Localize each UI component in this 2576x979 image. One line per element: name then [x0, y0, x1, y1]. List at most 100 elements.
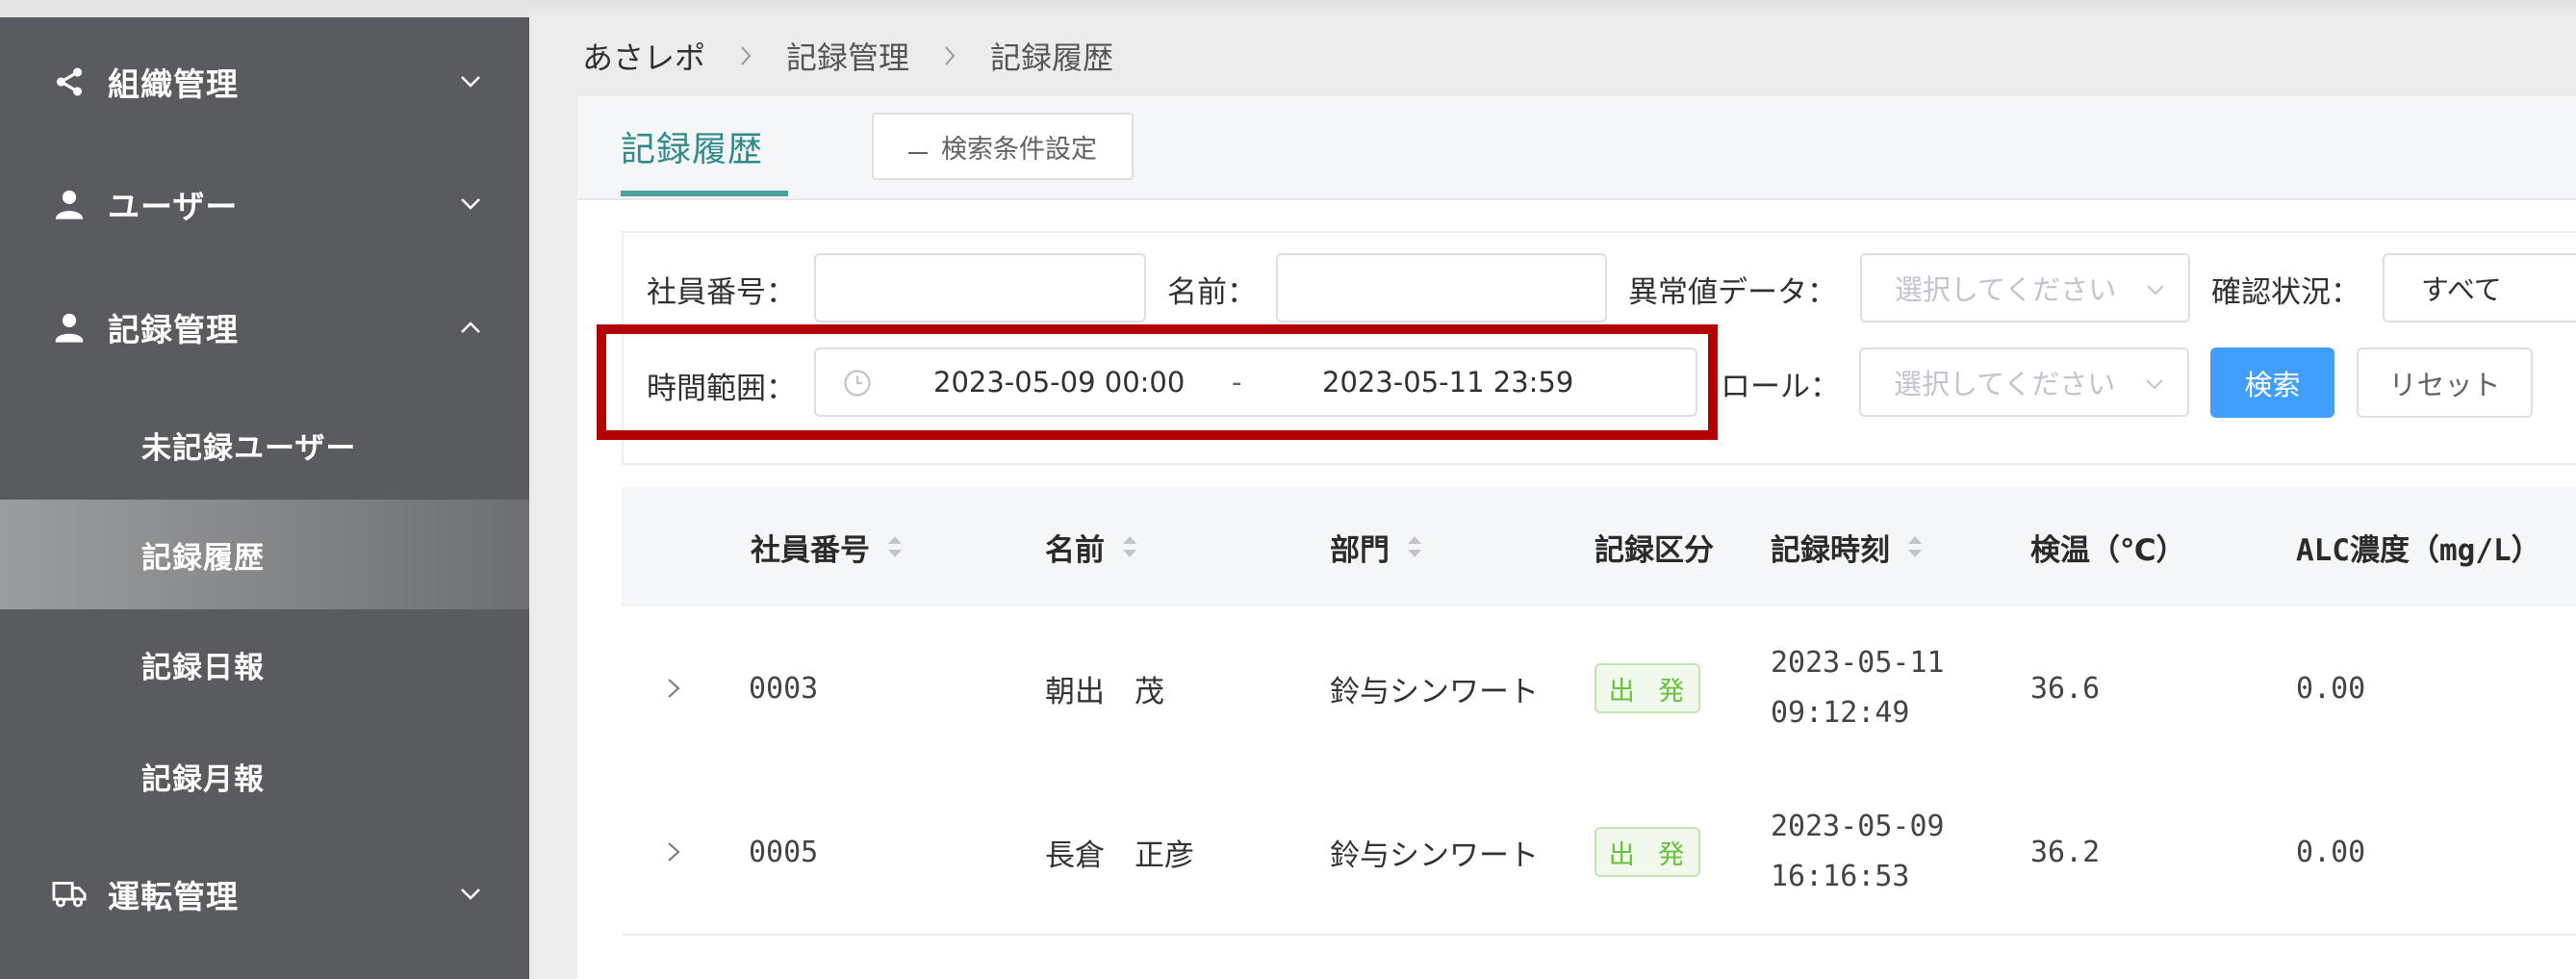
status-badge: 出 発 [1594, 663, 1700, 713]
record-date: 2023-05-09 [1771, 810, 1945, 843]
cell-name: 朝出 茂 [1045, 674, 1164, 709]
column-header-label: 部門 [1330, 532, 1390, 568]
cell-employee-no: 0005 [749, 835, 819, 869]
sidebar-top-shade [0, 0, 529, 17]
search-button[interactable]: 検索 [2210, 348, 2334, 418]
employee-no-label: 社員番号： [647, 275, 796, 310]
cell-temperature: 36.6 [2030, 671, 2101, 706]
column-header-label: ALC濃度（mg/L） [2296, 532, 2541, 568]
cell-dept: 鈴与シンワート [1330, 674, 1539, 709]
sort-icon[interactable] [1405, 532, 1424, 561]
record-date: 2023-05-11 [1771, 646, 1945, 680]
confirm-status-select[interactable]: すべて [2383, 253, 2576, 322]
share-icon [50, 63, 89, 101]
cell-dept: 鈴与シンワート [1330, 837, 1539, 873]
abnormal-data-placeholder: 選択してください [1895, 273, 2117, 306]
name-label: 名前： [1167, 275, 1257, 310]
sidebar-subitem-unrecorded-users[interactable]: 未記録ユーザー [0, 390, 529, 500]
cell-name: 長倉 正彦 [1045, 837, 1194, 873]
sidebar-item-driving[interactable]: 運転管理 [0, 841, 529, 947]
record-time: 09:12:49 [1771, 696, 1910, 730]
table-header: 社員番号 名前 部門 記録区分 記録時刻 検温（℃） ALC濃度（mg/L） [622, 487, 2576, 608]
column-header-category: 記録区分 [1594, 487, 1714, 606]
confirm-status-label: 確認状況： [2211, 275, 2360, 310]
sidebar-subitem-label: 記録履歴 [141, 540, 265, 576]
name-input[interactable] [1276, 253, 1607, 322]
breadcrumb: あさレポ 記録管理 記録履歴 [582, 29, 1113, 83]
sidebar-subitem-label: 記録月報 [141, 761, 265, 797]
column-header-label: 名前 [1045, 532, 1105, 568]
record-time: 16:16:53 [1771, 860, 1910, 893]
tab-active-indicator [621, 191, 788, 196]
employee-no-input[interactable] [814, 253, 1146, 322]
sidebar-item-label: 組織管理 [108, 65, 239, 103]
role-label: ロール： [1721, 370, 1840, 404]
breadcrumb-item-current: 記録履歴 [990, 39, 1114, 76]
chevron-right-icon [931, 45, 969, 66]
column-header-label: 検温（℃） [2030, 532, 2186, 568]
column-header-temperature: 検温（℃） [2030, 487, 2186, 606]
tab-record-history[interactable]: 記録履歴 [621, 121, 763, 171]
sidebar-item-label: 運転管理 [108, 878, 239, 915]
chevron-down-icon [456, 67, 485, 96]
sidebar-item-label: ユーザー [108, 188, 239, 225]
sidebar-subitem-label: 未記録ユーザー [141, 430, 357, 466]
cell-record-time: 2023-05-09 16:16:53 [1771, 770, 1945, 934]
role-select[interactable]: 選択してください [1859, 348, 2189, 417]
truck-icon [50, 875, 89, 914]
cell-category: 出 発 [1594, 606, 1700, 770]
sidebar-item-users[interactable]: ユーザー [0, 151, 529, 257]
chevron-down-icon [456, 880, 485, 909]
chevron-right-icon [727, 45, 765, 66]
status-badge: 出 発 [1594, 827, 1700, 877]
cell-alc: 0.00 [2296, 671, 2366, 706]
chevron-down-icon [2142, 276, 2169, 303]
search-condition-button[interactable]: 検索条件設定 [872, 113, 1134, 180]
sort-icon[interactable] [885, 532, 905, 561]
highlight-annotation-box [597, 324, 1718, 440]
chevron-down-icon [456, 190, 485, 219]
minus-icon [908, 132, 928, 162]
chevron-right-icon[interactable] [660, 672, 687, 705]
breadcrumb-item-home[interactable]: あさレポ [582, 34, 705, 78]
column-header-employee-no[interactable]: 社員番号 [751, 487, 905, 606]
user-badge-icon [50, 308, 89, 347]
abnormal-data-select[interactable]: 選択してください [1860, 253, 2190, 322]
reset-button[interactable]: リセット [2357, 348, 2533, 418]
top-shade [529, 0, 2576, 17]
cell-employee-no: 0003 [749, 671, 819, 706]
sidebar-subitem-monthly-report[interactable]: 記録月報 [0, 721, 529, 831]
breadcrumb-item-records[interactable]: 記録管理 [786, 34, 909, 78]
abnormal-data-label: 異常値データ： [1628, 275, 1837, 310]
sidebar-item-org[interactable]: 組織管理 [0, 29, 529, 135]
column-header-name[interactable]: 名前 [1045, 487, 1139, 606]
column-header-dept[interactable]: 部門 [1330, 487, 1424, 606]
cell-record-time: 2023-05-11 09:12:49 [1771, 606, 1945, 770]
sort-icon[interactable] [1905, 532, 1925, 561]
cell-temperature: 36.2 [2030, 835, 2101, 869]
sort-icon[interactable] [1120, 532, 1139, 561]
sidebar-subitem-daily-report[interactable]: 記録日報 [0, 609, 529, 719]
chevron-down-icon [2141, 371, 2168, 398]
tab-header: 記録履歴 検索条件設定 [577, 96, 2576, 200]
sidebar-item-records[interactable]: 記録管理 [0, 274, 529, 380]
column-header-record-time[interactable]: 記録時刻 [1771, 487, 1925, 606]
sidebar: 組織管理 ユーザー 記録管理 未記録ユーザー 記録履歴 記録日報 記録月報 運転… [0, 0, 529, 979]
cell-alc: 0.00 [2296, 835, 2366, 869]
column-header-alc: ALC濃度（mg/L） [2296, 487, 2541, 606]
sidebar-subitem-record-history[interactable]: 記録履歴 [0, 500, 529, 609]
table-row[interactable]: 0005 長倉 正彦 鈴与シンワート 出 発 2023-05-09 16:16:… [622, 770, 2576, 936]
table-row[interactable]: 0003 朝出 茂 鈴与シンワート 出 発 2023-05-11 09:12:4… [622, 606, 2576, 772]
chevron-up-icon [456, 313, 485, 342]
cell-category: 出 発 [1594, 770, 1700, 934]
confirm-status-value: すべて [2421, 273, 2502, 306]
search-condition-label: 検索条件設定 [941, 134, 1097, 165]
chevron-right-icon[interactable] [660, 836, 687, 868]
column-header-label: 記録区分 [1594, 532, 1714, 568]
column-header-label: 記録時刻 [1771, 532, 1890, 568]
sidebar-subitem-label: 記録日報 [141, 650, 265, 685]
user-icon [50, 185, 89, 223]
sidebar-item-label: 記録管理 [108, 311, 239, 348]
column-header-label: 社員番号 [751, 532, 870, 568]
role-placeholder: 選択してください [1894, 368, 2116, 400]
